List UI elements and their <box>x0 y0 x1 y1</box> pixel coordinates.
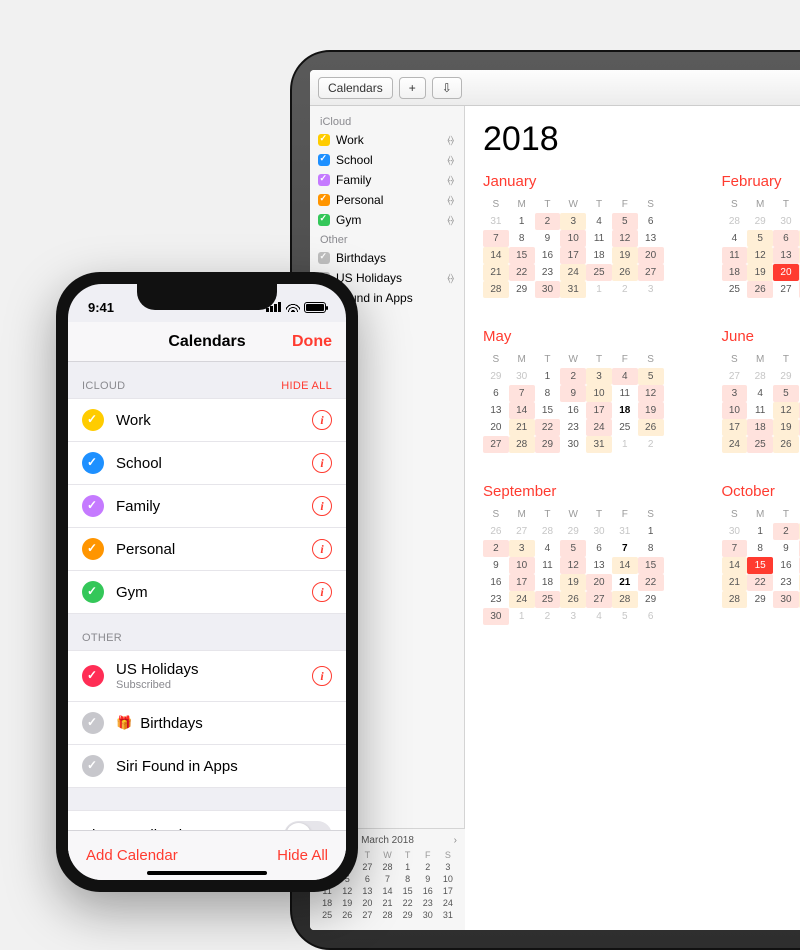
info-icon[interactable]: i <box>312 539 332 559</box>
sidebar-item-label: Family <box>336 173 371 187</box>
mini-month-title: March 2018 <box>361 835 414 846</box>
calendar-check-icon[interactable] <box>82 495 104 517</box>
calendar-row[interactable]: Gym i <box>68 570 346 614</box>
month-block[interactable]: October SMTWTFS 301234567891011121314151… <box>722 483 800 608</box>
sidebar-item[interactable]: Family ⦑⦒ <box>310 170 464 190</box>
month-name: October <box>722 483 800 500</box>
sidebar-section-icloud: iCloud <box>310 112 464 130</box>
calendar-check-icon[interactable] <box>82 755 104 777</box>
calendar-checkbox[interactable] <box>318 134 330 146</box>
sidebar-item[interactable]: Gym ⦑⦒ <box>310 210 464 230</box>
share-button[interactable]: ⇩ <box>432 77 462 99</box>
calendar-row[interactable]: Personal i <box>68 527 346 570</box>
info-icon[interactable]: i <box>312 410 332 430</box>
month-name: January <box>483 173 664 190</box>
calendar-label: Work <box>116 412 151 429</box>
calendar-checkbox[interactable] <box>318 214 330 226</box>
info-icon[interactable]: i <box>312 453 332 473</box>
year-view[interactable]: 2018 January SMTWTFS 3112345678910111213… <box>465 106 800 930</box>
shared-icon: ⦑⦒ <box>447 155 454 166</box>
calendar-label: Gym <box>116 584 148 601</box>
sidebar-item[interactable]: Work ⦑⦒ <box>310 130 464 150</box>
month-block[interactable]: June SMTWTFS 272829303112345678910111213… <box>722 328 800 453</box>
add-calendar-button[interactable]: + <box>399 77 426 99</box>
sidebar-item-label: Birthdays <box>336 251 386 265</box>
status-time: 9:41 <box>88 300 114 315</box>
shared-icon: ⦑⦒ <box>447 273 454 284</box>
calendar-check-icon[interactable] <box>82 452 104 474</box>
mac-calendar-window: Calendars + ⇩ Da iCloud Work⦑⦒ School⦑⦒ … <box>310 70 800 930</box>
calendar-label: Family <box>116 498 160 515</box>
nav-title: Calendars <box>168 333 245 351</box>
calendar-check-icon[interactable] <box>82 581 104 603</box>
laptop-frame: Calendars + ⇩ Da iCloud Work⦑⦒ School⦑⦒ … <box>290 50 800 950</box>
download-icon: ⇩ <box>442 81 452 95</box>
plus-icon: + <box>409 81 416 95</box>
sidebar-item-label: Gym <box>336 213 361 227</box>
done-button[interactable]: Done <box>292 333 332 351</box>
calendar-label: School <box>116 455 162 472</box>
battery-icon <box>304 302 326 313</box>
shared-icon: ⦑⦒ <box>447 175 454 186</box>
calendar-check-icon[interactable] <box>82 409 104 431</box>
month-name: June <box>722 328 800 345</box>
nav-bar: Calendars Done <box>68 322 346 362</box>
ios-calendars-screen: 9:41 Calendars Done ICLOUD HIDE ALL Work… <box>68 284 346 880</box>
calendar-checkbox[interactable] <box>318 194 330 206</box>
month-name: September <box>483 483 664 500</box>
calendar-checkbox[interactable] <box>318 252 330 264</box>
month-block[interactable]: May SMTWTFS 2930123456789101112131415161… <box>483 328 664 453</box>
month-name: February <box>722 173 800 190</box>
sidebar-item[interactable]: Personal ⦑⦒ <box>310 190 464 210</box>
month-block[interactable]: February SMTWTFS 28293031123456789101112… <box>722 173 800 298</box>
section-other: OTHER <box>82 632 122 644</box>
hide-all-section-button[interactable]: HIDE ALL <box>281 380 332 392</box>
calendar-label: Siri Found in Apps <box>116 758 238 775</box>
gift-icon: 🎁 <box>116 715 132 731</box>
phone-frame: 9:41 Calendars Done ICLOUD HIDE ALL Work… <box>56 272 358 892</box>
sidebar-item[interactable]: School ⦑⦒ <box>310 150 464 170</box>
month-block[interactable]: January SMTWTFS 311234567891011121314151… <box>483 173 664 298</box>
month-block[interactable]: September SMTWTFS 2627282930311234567891… <box>483 483 664 625</box>
sidebar-section-other: Other <box>310 230 464 248</box>
wifi-icon <box>286 302 300 312</box>
month-name: May <box>483 328 664 345</box>
calendar-row[interactable]: Family i <box>68 484 346 527</box>
info-icon[interactable]: i <box>312 582 332 602</box>
section-icloud: ICLOUD <box>82 380 125 392</box>
sidebar-item-label: Work <box>336 133 364 147</box>
info-icon[interactable]: i <box>312 666 332 686</box>
calendar-label: US HolidaysSubscribed <box>116 661 199 691</box>
calendar-check-icon[interactable] <box>82 712 104 734</box>
home-indicator[interactable] <box>147 871 267 875</box>
chevron-right-icon[interactable]: › <box>454 835 457 846</box>
calendars-button[interactable]: Calendars <box>318 77 393 99</box>
shared-icon: ⦑⦒ <box>447 195 454 206</box>
sidebar-item-label: School <box>336 153 373 167</box>
shared-icon: ⦑⦒ <box>447 135 454 146</box>
calendar-check-icon[interactable] <box>82 665 104 687</box>
calendar-checkbox[interactable] <box>318 174 330 186</box>
calendar-label: Birthdays <box>140 715 203 732</box>
device-notch <box>137 284 277 310</box>
calendar-row[interactable]: Work i <box>68 398 346 441</box>
calendar-label: Personal <box>116 541 175 558</box>
calendar-row[interactable]: 🎁 Birthdays <box>68 701 346 744</box>
sidebar-item[interactable]: Birthdays <box>310 248 464 268</box>
calendar-row[interactable]: US HolidaysSubscribed i <box>68 650 346 701</box>
sidebar-item-label: Personal <box>336 193 383 207</box>
shared-icon: ⦑⦒ <box>447 215 454 226</box>
calendar-check-icon[interactable] <box>82 538 104 560</box>
add-calendar-button[interactable]: Add Calendar <box>86 847 178 864</box>
hide-all-button[interactable]: Hide All <box>277 847 328 864</box>
info-icon[interactable]: i <box>312 496 332 516</box>
calendar-row[interactable]: Siri Found in Apps <box>68 744 346 788</box>
mac-toolbar: Calendars + ⇩ Da <box>310 70 800 106</box>
calendar-checkbox[interactable] <box>318 154 330 166</box>
sidebar-item-label: US Holidays <box>336 271 402 285</box>
year-label: 2018 <box>483 120 800 159</box>
calendar-row[interactable]: School i <box>68 441 346 484</box>
